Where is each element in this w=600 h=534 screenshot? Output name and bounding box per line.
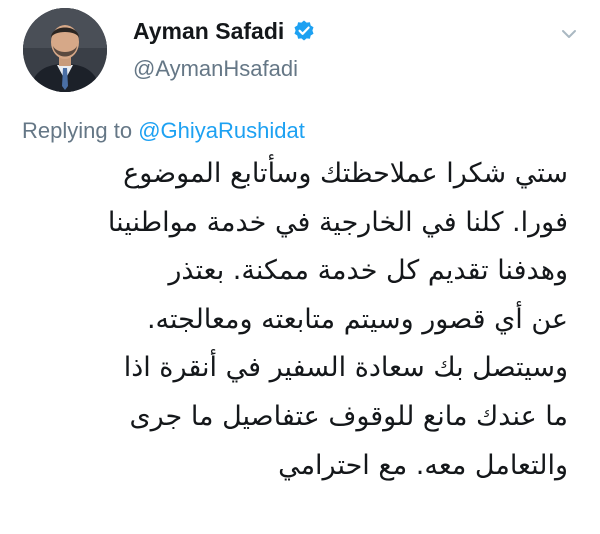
tweet-text-line: وسيتصل بك سعادة السفير في أنقرة اذا: [123, 352, 568, 384]
chevron-down-icon[interactable]: [559, 24, 579, 44]
verified-badge-icon: [292, 19, 316, 43]
avatar[interactable]: [23, 8, 107, 92]
author-block: Ayman Safadi @AymanHsafadi: [133, 16, 316, 82]
tweet-text-line: ستي شكرا عملاحظتك وسأتابع الموضوع: [123, 158, 568, 189]
tweet-text-line: عن أي قصور وسيتم متابعته ومعالجته.: [146, 303, 568, 335]
display-name[interactable]: Ayman Safadi: [133, 18, 284, 45]
tweet-text-line: فورا. كلنا في الخارجية في خدمة مواطنينا: [107, 206, 568, 238]
tweet-text-line: والتعامل معه. مع احترامي: [278, 449, 568, 481]
tweet-card: Ayman Safadi @AymanHsafadi Replying to @…: [0, 0, 600, 534]
tweet-text: ستي شكرا عملاحظتك وسأتابع الموضوع فورا. …: [23, 150, 568, 490]
reply-mention-link[interactable]: @GhiyaRushidat: [138, 118, 305, 143]
tweet-header: Ayman Safadi @AymanHsafadi: [23, 8, 583, 104]
tweet-text-line: وهدفنا تقديم كل خدمة ممكنة. بعتذر: [168, 255, 568, 287]
handle[interactable]: @AymanHsafadi: [133, 56, 316, 82]
replying-to: Replying to @GhiyaRushidat: [22, 118, 305, 144]
profile-photo-icon: [23, 8, 107, 92]
replying-to-label: Replying to: [22, 118, 139, 143]
tweet-text-line: ما عندك مانع للوقوف عتفاصيل ما جرى: [129, 400, 568, 432]
name-row: Ayman Safadi: [133, 16, 316, 46]
